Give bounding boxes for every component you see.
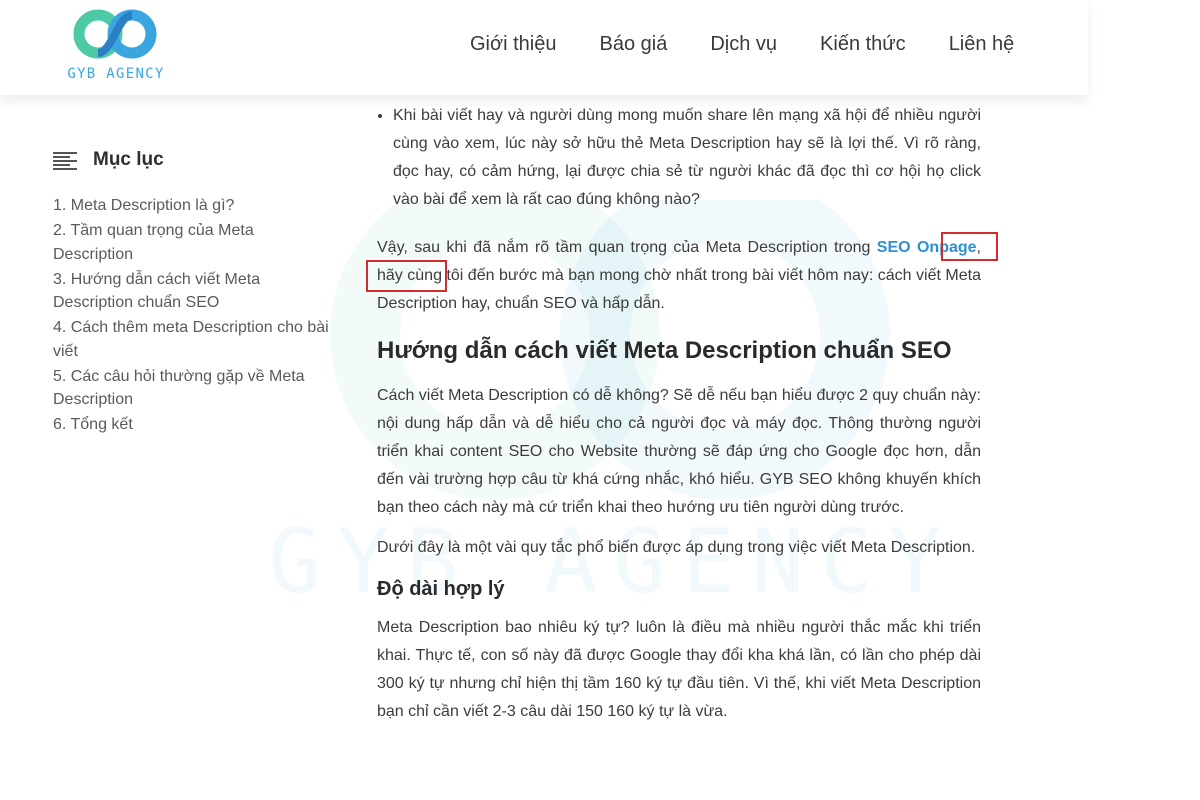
site-header: GYB AGENCY Giới thiệu Báo giá Dịch vụ Ki… [0,0,1088,95]
paragraph-3: Meta Description bao nhiêu ký tự? luôn l… [377,619,981,720]
table-of-contents: Mục lục 1. Meta Description là gì? 2. Tầ… [53,146,338,438]
toc-item-2[interactable]: 2. Tầm quan trọng của Meta Description [53,219,338,266]
nav-lien-he[interactable]: Liên hệ [949,33,1015,56]
toc-list: 1. Meta Description là gì? 2. Tầm quan t… [53,194,338,437]
subsection-heading: Độ dài hợp lý [377,578,505,600]
toc-item-1[interactable]: 1. Meta Description là gì? [53,194,338,218]
paragraph-2: Dưới đây là một vài quy tắc phổ biến đượ… [377,539,976,556]
section-heading: Hướng dẫn cách viết Meta Description chu… [377,337,952,364]
toc-item-3[interactable]: 3. Hướng dẫn cách viết Meta Description … [53,268,338,315]
intro-paragraph: Vậy, sau khi đã nắm rõ tầm quan trọng củ… [377,234,981,318]
logo-text: GYB AGENCY [67,66,165,82]
article-body: Khi bài viết hay và người dùng mong muốn… [377,102,981,726]
logo-mark-icon [73,9,157,59]
nav-dich-vu[interactable]: Dịch vụ [710,33,777,56]
toc-title: Mục lục [93,149,164,170]
list-icon [53,150,77,170]
nav-gioi-thieu[interactable]: Giới thiệu [470,33,556,56]
nav-kien-thuc[interactable]: Kiến thức [820,33,906,56]
toc-header: Mục lục [53,146,338,174]
seo-onpage-link-part2[interactable]: Onpage [917,239,977,256]
nav-bao-gia[interactable]: Báo giá [599,33,667,56]
toc-item-5[interactable]: 5. Các câu hỏi thường gặp về Meta Descri… [53,365,338,412]
seo-onpage-link-part1[interactable]: SEO [877,239,911,256]
toc-item-6[interactable]: 6. Tổng kết [53,413,338,437]
logo[interactable]: GYB AGENCY [52,8,182,86]
main-nav: Giới thiệu Báo giá Dịch vụ Kiến thức Liê… [470,33,1014,56]
toc-item-4[interactable]: 4. Cách thêm meta Description cho bài vi… [53,316,338,363]
paragraph-1: Cách viết Meta Description có dễ không? … [377,387,981,516]
intro-text-before: Vậy, sau khi đã nắm rõ tầm quan trọng củ… [377,239,877,256]
bullet-item: Khi bài viết hay và người dùng mong muốn… [377,102,981,214]
